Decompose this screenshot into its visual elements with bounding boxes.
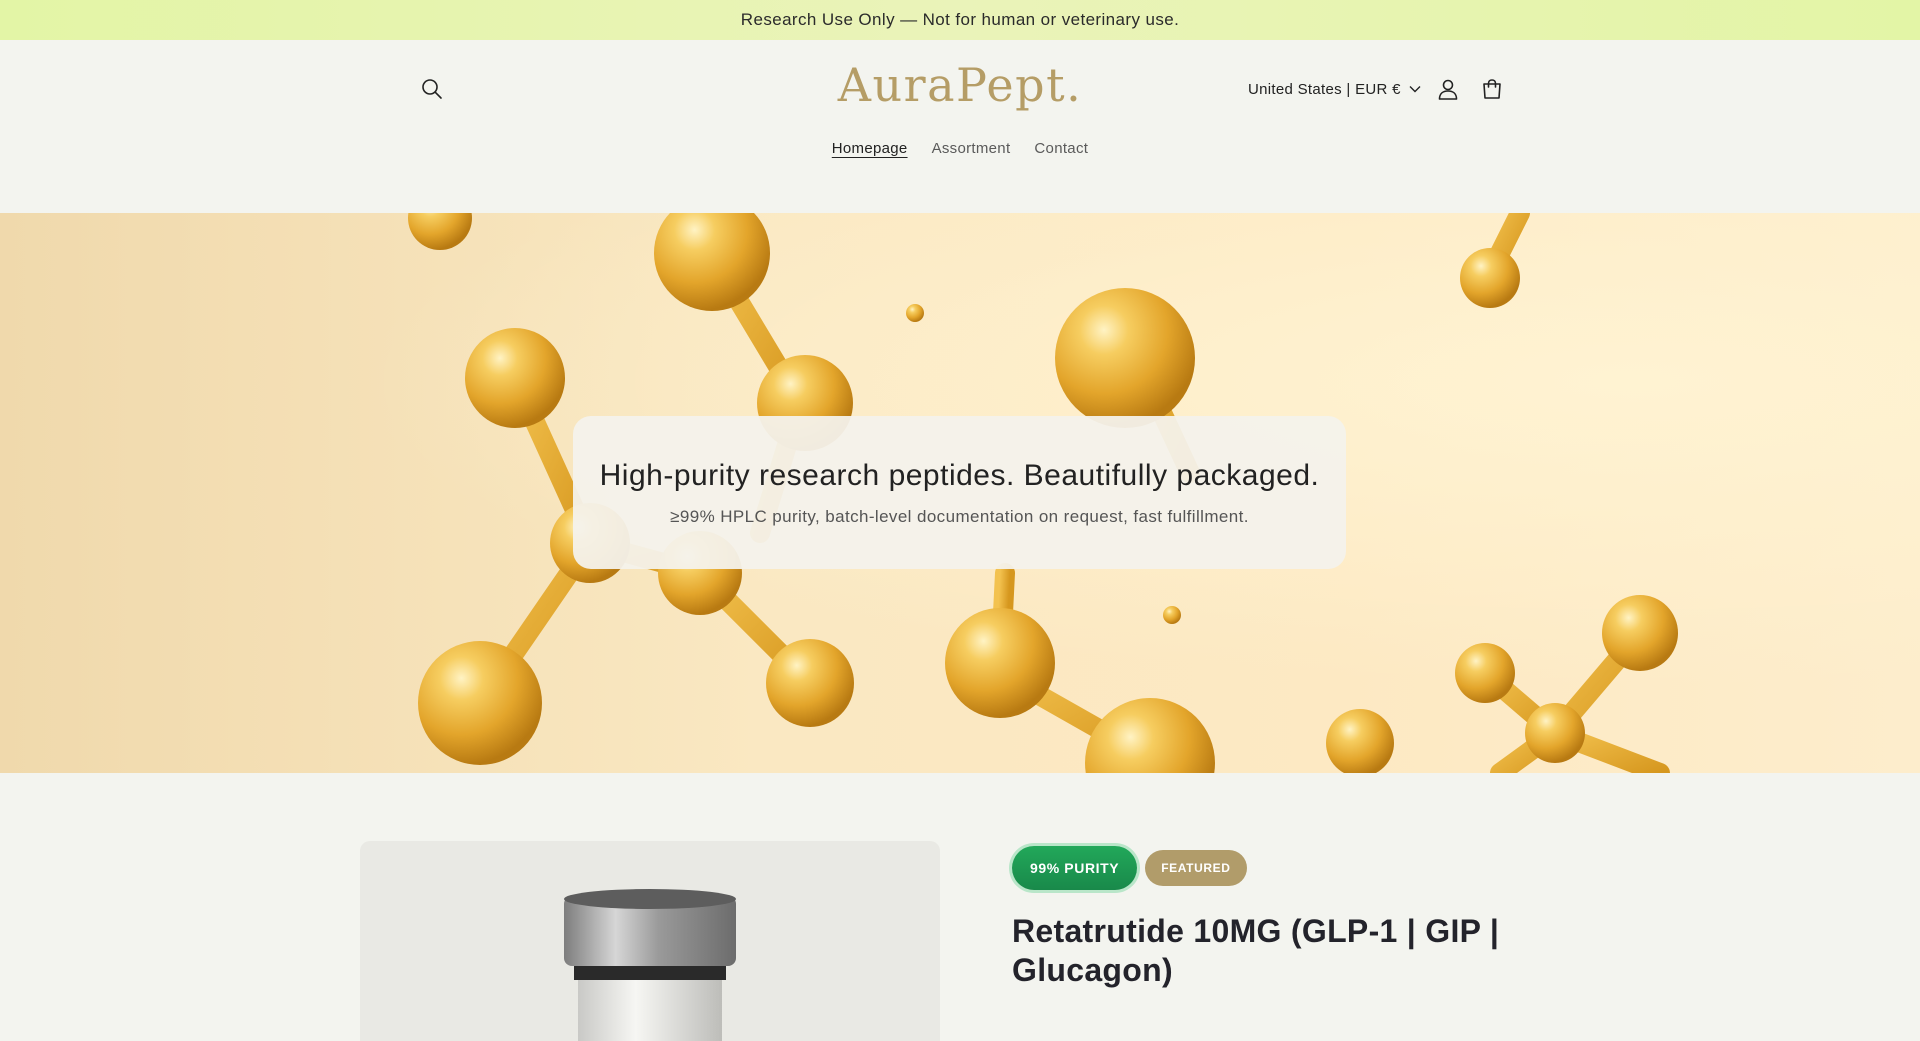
hero-card: High-purity research peptides. Beautiful…	[573, 416, 1346, 569]
product-image[interactable]	[360, 841, 940, 1041]
cart-icon	[1483, 79, 1501, 99]
hero-title: High-purity research peptides. Beautiful…	[599, 458, 1320, 492]
nav-item-assortment[interactable]: Assortment	[932, 138, 1011, 159]
site-logo[interactable]: AuraPept.	[838, 58, 1082, 112]
chevron-down-icon	[1409, 86, 1421, 93]
product-title[interactable]: Retatrutide 10MG (GLP-1 | GIP | Glucagon…	[1012, 912, 1572, 990]
nav-item-homepage[interactable]: Homepage	[832, 138, 908, 159]
site-header: AuraPept. United States | EUR € Homepage…	[0, 40, 1920, 213]
country-selector[interactable]: United States | EUR €	[1248, 76, 1421, 102]
search-button[interactable]	[416, 73, 448, 105]
hero-subtitle: ≥99% HPLC purity, batch-level documentat…	[670, 506, 1249, 526]
product-badges: 99% PURITY FEATURED	[1012, 846, 1247, 890]
featured-badge: FEATURED	[1145, 850, 1247, 886]
main-nav: Homepage Assortment Contact	[0, 138, 1920, 159]
hero-banner: High-purity research peptides. Beautiful…	[0, 213, 1920, 773]
purity-badge: 99% PURITY	[1012, 846, 1138, 890]
cart-button[interactable]	[1475, 72, 1509, 106]
account-icon	[1438, 79, 1458, 100]
account-button[interactable]	[1431, 72, 1465, 106]
announcement-bar: Research Use Only — Not for human or vet…	[0, 0, 1920, 40]
search-icon	[422, 79, 442, 99]
country-selector-label: United States | EUR €	[1248, 80, 1401, 98]
nav-item-contact[interactable]: Contact	[1034, 138, 1088, 159]
announcement-text: Research Use Only — Not for human or vet…	[740, 10, 1180, 29]
vial-image	[564, 889, 736, 1041]
